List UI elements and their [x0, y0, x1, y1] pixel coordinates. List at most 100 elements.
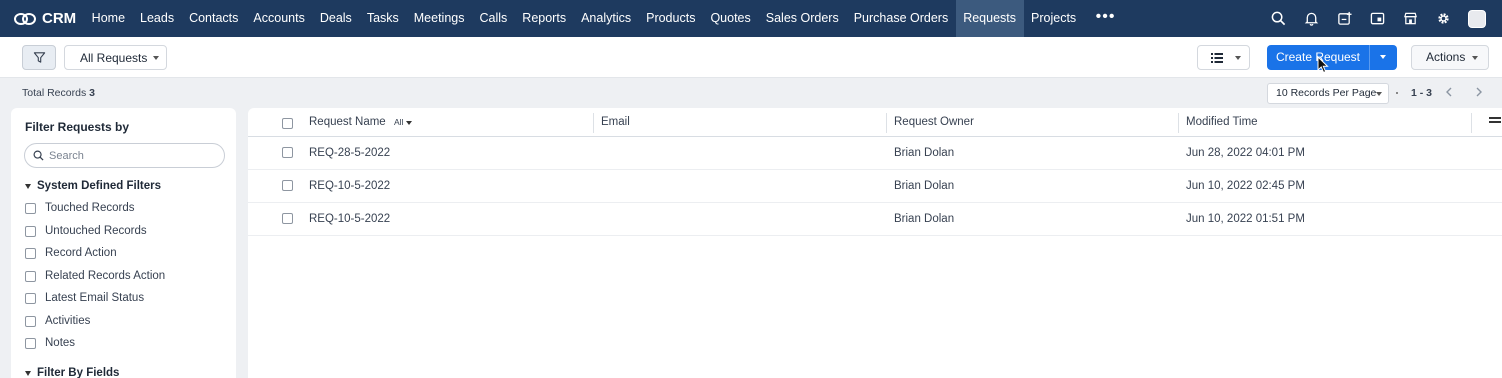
avatar[interactable] — [1468, 9, 1486, 28]
cell-request-name[interactable]: REQ-10-5-2022 — [309, 203, 390, 236]
create-request-button-group: Create Request — [1267, 45, 1397, 70]
row-checkbox[interactable] — [282, 147, 293, 158]
filter-checkbox[interactable] — [25, 337, 36, 349]
tab-leads[interactable]: Leads — [133, 0, 182, 37]
filter-label: Untouched Records — [45, 225, 147, 237]
filter-untouched-records[interactable]: Untouched Records — [25, 225, 147, 237]
request-name-filter-dropdown[interactable]: All — [394, 108, 413, 137]
filter-activities[interactable]: Activities — [25, 315, 90, 327]
tab-requests[interactable]: Requests — [955, 0, 1024, 37]
column-settings-icon[interactable] — [1489, 117, 1501, 127]
filter-label: Notes — [45, 337, 76, 349]
select-all-checkbox[interactable] — [282, 118, 293, 129]
column-resize-handle[interactable] — [886, 113, 887, 133]
row-checkbox[interactable] — [282, 180, 293, 191]
tab-meetings[interactable]: Meetings — [406, 0, 472, 37]
create-request-options-button[interactable] — [1369, 45, 1397, 70]
filter-notes[interactable]: Notes — [25, 337, 75, 349]
app-name: CRM — [42, 10, 77, 27]
funnel-icon — [33, 52, 45, 63]
column-resize-handle[interactable] — [1178, 113, 1179, 133]
list-view-icon — [1211, 53, 1223, 63]
tab-calls[interactable]: Calls — [472, 0, 515, 37]
filter-by-fields-label: Filter By Fields — [37, 367, 120, 378]
filter-related-records-action[interactable]: Related Records Action — [25, 270, 165, 282]
filter-label: Related Records Action — [45, 270, 166, 282]
bell-icon[interactable] — [1303, 11, 1319, 27]
filter-label: Latest Email Status — [45, 292, 145, 304]
search-icon[interactable] — [1270, 11, 1286, 27]
table-row[interactable]: REQ-10-5-2022 Brian Dolan Jun 10, 2022 0… — [248, 203, 1502, 236]
table-row[interactable]: REQ-10-5-2022 Brian Dolan Jun 10, 2022 0… — [248, 170, 1502, 203]
column-header-email[interactable]: Email — [601, 108, 630, 137]
next-page-icon[interactable] — [1475, 86, 1483, 100]
collapse-triangle-icon — [25, 370, 31, 376]
list-view-switcher[interactable] — [1197, 45, 1250, 70]
filter-checkbox[interactable] — [25, 270, 36, 282]
search-icon — [33, 150, 44, 161]
top-navigation-bar: CRM Home Leads Contacts Accounts Deals T… — [0, 0, 1502, 37]
filter-latest-email-status[interactable]: Latest Email Status — [25, 292, 144, 304]
mouse-cursor-icon — [1317, 56, 1329, 74]
cell-request-name[interactable]: REQ-10-5-2022 — [309, 170, 390, 203]
top-icon-group — [1270, 0, 1486, 37]
tab-projects[interactable]: Projects — [1024, 0, 1084, 37]
total-records-count: 3 — [89, 87, 95, 99]
row-checkbox[interactable] — [282, 213, 293, 224]
cell-request-owner: Brian Dolan — [894, 180, 955, 192]
gear-icon[interactable] — [1435, 11, 1451, 27]
filter-label: Record Action — [45, 247, 117, 259]
filter-label: Touched Records — [45, 202, 135, 214]
tab-accounts[interactable]: Accounts — [246, 0, 312, 37]
crm-logo[interactable]: CRM — [0, 0, 84, 37]
tab-contacts[interactable]: Contacts — [182, 0, 246, 37]
crm-logo-icon — [14, 11, 38, 27]
filter-checkbox[interactable] — [25, 292, 36, 304]
total-records-label: Total Records — [22, 87, 87, 99]
tab-quotes[interactable]: Quotes — [703, 0, 758, 37]
filter-checkbox[interactable] — [25, 225, 36, 237]
table-header: Request Name All Email Request Owner Mod… — [248, 108, 1502, 137]
more-modules-button[interactable]: ••• — [1084, 0, 1128, 37]
table-row[interactable]: REQ-28-5-2022 Brian Dolan Jun 28, 2022 0… — [248, 137, 1502, 170]
system-defined-filters-header[interactable]: System Defined Filters — [25, 180, 161, 192]
filter-toggle-button[interactable] — [22, 45, 56, 70]
records-per-page-label: 10 Records Per Page — [1276, 87, 1377, 99]
tab-analytics[interactable]: Analytics — [574, 0, 639, 37]
tab-deals[interactable]: Deals — [312, 0, 359, 37]
record-range: 1 - 3 — [1411, 87, 1433, 99]
filter-touched-records[interactable]: Touched Records — [25, 202, 135, 214]
tab-purchase-orders[interactable]: Purchase Orders — [846, 0, 955, 37]
column-resize-handle[interactable] — [1471, 113, 1472, 133]
tab-products[interactable]: Products — [639, 0, 703, 37]
store-icon[interactable] — [1402, 11, 1418, 27]
filter-record-action[interactable]: Record Action — [25, 247, 117, 259]
cell-request-owner: Brian Dolan — [894, 213, 955, 225]
calendar-add-icon[interactable] — [1336, 11, 1352, 27]
cell-request-owner: Brian Dolan — [894, 147, 955, 159]
filter-by-fields-header[interactable]: Filter By Fields — [25, 367, 119, 378]
filter-checkbox[interactable] — [25, 202, 36, 214]
tab-home[interactable]: Home — [84, 0, 132, 37]
window-icon[interactable] — [1369, 11, 1385, 27]
records-per-page-dropdown[interactable]: 10 Records Per Page — [1267, 83, 1389, 104]
cell-modified-time: Jun 10, 2022 01:51 PM — [1186, 213, 1305, 225]
module-tabs: Home Leads Contacts Accounts Deals Tasks… — [84, 0, 1127, 37]
column-header-modified-time[interactable]: Modified Time — [1186, 108, 1258, 137]
tab-tasks[interactable]: Tasks — [359, 0, 406, 37]
chevron-down-icon — [1376, 92, 1382, 96]
cell-request-name[interactable]: REQ-28-5-2022 — [309, 137, 390, 170]
system-defined-filters-label: System Defined Filters — [37, 180, 161, 192]
filter-checkbox[interactable] — [25, 247, 36, 259]
filter-checkbox[interactable] — [25, 315, 36, 327]
custom-view-dropdown[interactable]: All Requests — [64, 45, 167, 70]
tab-sales-orders[interactable]: Sales Orders — [758, 0, 846, 37]
column-header-request-name[interactable]: Request Name — [309, 108, 386, 137]
column-resize-handle[interactable] — [593, 113, 594, 133]
filter-search-input[interactable] — [49, 149, 209, 162]
records-table: Request Name All Email Request Owner Mod… — [248, 108, 1502, 378]
actions-dropdown[interactable]: Actions — [1411, 45, 1489, 70]
previous-page-icon[interactable] — [1445, 86, 1453, 100]
column-header-request-owner[interactable]: Request Owner — [894, 108, 974, 137]
tab-reports[interactable]: Reports — [515, 0, 574, 37]
